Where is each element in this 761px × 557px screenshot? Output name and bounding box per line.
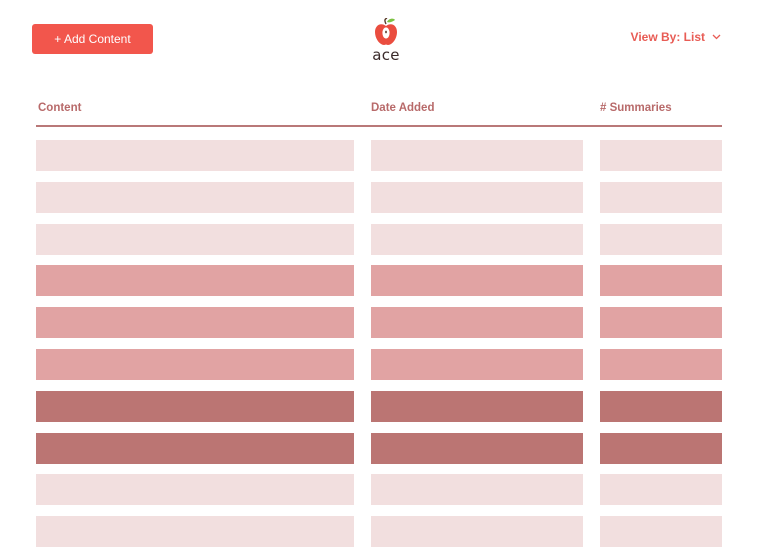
view-by-label: View By: List bbox=[630, 30, 705, 44]
summaries-cell bbox=[600, 224, 722, 255]
ace-logo: ace bbox=[366, 18, 406, 64]
column-header-summaries[interactable]: # Summaries bbox=[600, 102, 672, 114]
summaries-cell bbox=[600, 433, 722, 464]
chevron-down-icon bbox=[712, 34, 721, 40]
date-added-cell bbox=[371, 433, 583, 464]
date-added-cell bbox=[371, 474, 583, 505]
date-added-cell bbox=[371, 391, 583, 422]
content-cell bbox=[36, 474, 354, 505]
summaries-cell bbox=[600, 140, 722, 171]
summaries-cell bbox=[600, 474, 722, 505]
date-added-cell bbox=[371, 349, 583, 380]
view-by-dropdown[interactable]: View By: List bbox=[631, 30, 721, 44]
content-cell bbox=[36, 182, 354, 213]
column-header-content[interactable]: Content bbox=[38, 102, 81, 114]
summaries-cell bbox=[600, 391, 722, 422]
column-header-date-added[interactable]: Date Added bbox=[371, 102, 434, 114]
summaries-cell bbox=[600, 349, 722, 380]
summaries-cell bbox=[600, 307, 722, 338]
content-cell bbox=[36, 349, 354, 380]
add-content-button[interactable]: + Add Content bbox=[32, 24, 153, 54]
content-cell bbox=[36, 307, 354, 338]
content-cell bbox=[36, 265, 354, 296]
content-cell bbox=[36, 433, 354, 464]
summaries-cell bbox=[600, 265, 722, 296]
content-cell bbox=[36, 516, 354, 547]
date-added-cell bbox=[371, 140, 583, 171]
summaries-cell bbox=[600, 516, 722, 547]
header-divider bbox=[36, 125, 722, 127]
date-added-cell bbox=[371, 265, 583, 296]
content-cell bbox=[36, 140, 354, 171]
date-added-cell bbox=[371, 307, 583, 338]
apple-icon bbox=[375, 18, 397, 45]
date-added-cell bbox=[371, 182, 583, 213]
content-cell bbox=[36, 391, 354, 422]
summaries-cell bbox=[600, 182, 722, 213]
content-cell bbox=[36, 224, 354, 255]
date-added-cell bbox=[371, 516, 583, 547]
brand-name: ace bbox=[372, 46, 400, 64]
date-added-cell bbox=[371, 224, 583, 255]
